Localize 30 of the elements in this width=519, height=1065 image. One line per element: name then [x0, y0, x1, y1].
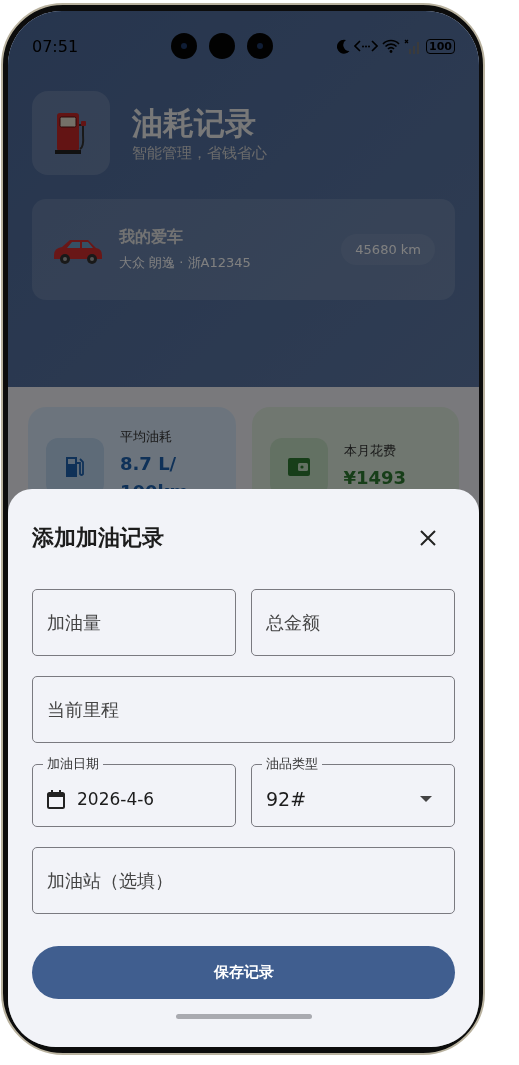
- stat-label: 本月花费: [343, 442, 397, 460]
- status-time: 07:51: [32, 36, 79, 56]
- code-icon: [354, 39, 378, 53]
- camera-hole-icon: [246, 33, 273, 59]
- stat-label: 平均油耗: [120, 428, 173, 446]
- wallet-icon: [286, 457, 311, 477]
- stat-value: ¥1493: [343, 466, 407, 490]
- input-field[interactable]: 总金额: [251, 589, 455, 656]
- car-name: 我的爱车: [119, 227, 184, 248]
- wifi-icon: [382, 39, 400, 53]
- fuel-type-dropdown[interactable]: 油品类型 92#: [251, 755, 455, 827]
- dropdown-caret-icon: [420, 796, 432, 802]
- input-field[interactable]: 当前里程: [32, 676, 455, 743]
- app-subtitle: 智能管理，省钱省心: [132, 143, 267, 163]
- sheet-title: 添加加油记录: [32, 524, 164, 552]
- app-title: 油耗记录: [132, 103, 257, 142]
- battery-indicator: 100: [426, 38, 455, 54]
- input-field[interactable]: 加油量: [32, 589, 236, 656]
- camera-hole-icon: [170, 33, 197, 59]
- save-button[interactable]: 保存记录: [32, 946, 455, 999]
- fuel-icon: [64, 455, 86, 479]
- camera-hole-icon: [208, 33, 235, 59]
- close-icon: [419, 529, 437, 547]
- input-field[interactable]: 加油站（选填）: [32, 847, 455, 914]
- date-field[interactable]: 加油日期 2026-4-6: [32, 755, 236, 827]
- signal-icon: [404, 38, 422, 54]
- car-detail: 大众 朗逸 · 浙A12345: [119, 254, 252, 272]
- calendar-icon: [47, 789, 65, 809]
- fuel-pump-icon: [54, 111, 88, 155]
- moon-icon: [337, 38, 350, 54]
